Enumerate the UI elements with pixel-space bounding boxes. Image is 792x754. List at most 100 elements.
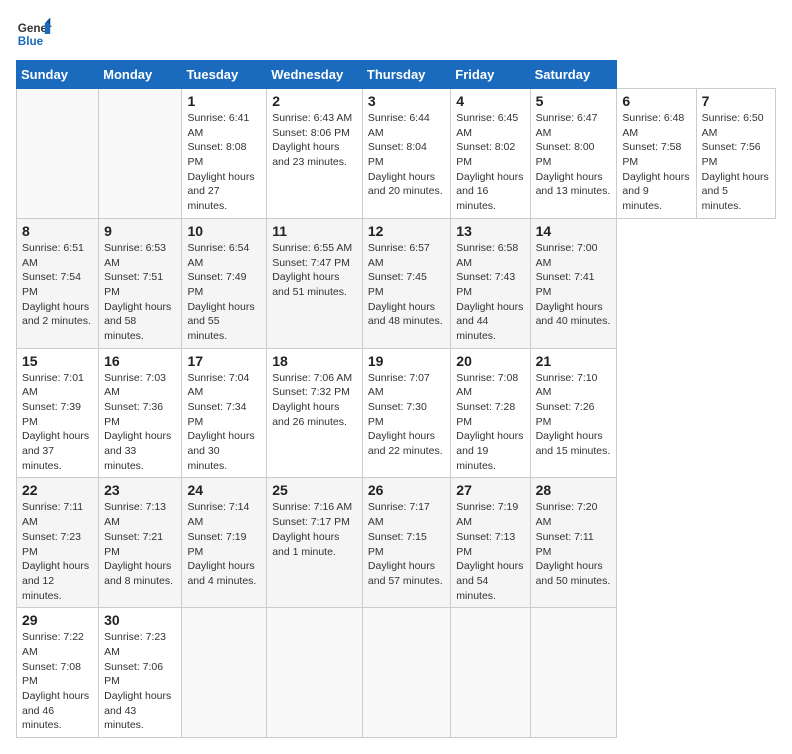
calendar-day-cell: 23 Sunrise: 7:13 AMSunset: 7:21 PMDaylig… xyxy=(99,478,182,608)
calendar-header: SundayMondayTuesdayWednesdayThursdayFrid… xyxy=(17,61,776,89)
calendar-day-cell: 16 Sunrise: 7:03 AMSunset: 7:36 PMDaylig… xyxy=(99,348,182,478)
calendar-week-row: 1 Sunrise: 6:41 AMSunset: 8:08 PMDayligh… xyxy=(17,89,776,219)
day-number: 18 xyxy=(272,353,357,369)
day-number: 29 xyxy=(22,612,93,628)
calendar-day-cell: 30 Sunrise: 7:23 AMSunset: 7:06 PMDaylig… xyxy=(99,608,182,738)
day-number: 2 xyxy=(272,93,357,109)
day-number: 16 xyxy=(104,353,176,369)
day-info: Sunrise: 6:57 AMSunset: 7:45 PMDaylight … xyxy=(368,241,445,329)
day-info: Sunrise: 6:54 AMSunset: 7:49 PMDaylight … xyxy=(187,241,261,344)
day-number: 28 xyxy=(536,482,612,498)
calendar-day-cell: 25 Sunrise: 7:16 AMSunset: 7:17 PMDaylig… xyxy=(267,478,363,608)
day-number: 24 xyxy=(187,482,261,498)
day-info: Sunrise: 6:48 AMSunset: 7:58 PMDaylight … xyxy=(622,111,690,214)
day-info: Sunrise: 7:20 AMSunset: 7:11 PMDaylight … xyxy=(536,500,612,588)
calendar-table: SundayMondayTuesdayWednesdayThursdayFrid… xyxy=(16,60,776,738)
calendar-body: 1 Sunrise: 6:41 AMSunset: 8:08 PMDayligh… xyxy=(17,89,776,738)
calendar-day-cell: 22 Sunrise: 7:11 AMSunset: 7:23 PMDaylig… xyxy=(17,478,99,608)
day-number: 10 xyxy=(187,223,261,239)
day-number: 6 xyxy=(622,93,690,109)
calendar-day-cell: 14 Sunrise: 7:00 AMSunset: 7:41 PMDaylig… xyxy=(530,218,617,348)
weekday-header: Friday xyxy=(451,61,530,89)
day-info: Sunrise: 7:01 AMSunset: 7:39 PMDaylight … xyxy=(22,371,93,474)
calendar-day-cell: 20 Sunrise: 7:08 AMSunset: 7:28 PMDaylig… xyxy=(451,348,530,478)
calendar-day-cell: 9 Sunrise: 6:53 AMSunset: 7:51 PMDayligh… xyxy=(99,218,182,348)
day-info: Sunrise: 7:22 AMSunset: 7:08 PMDaylight … xyxy=(22,630,93,733)
calendar-day-cell xyxy=(362,608,450,738)
day-number: 7 xyxy=(702,93,770,109)
day-number: 1 xyxy=(187,93,261,109)
calendar-day-cell xyxy=(451,608,530,738)
day-info: Sunrise: 6:58 AMSunset: 7:43 PMDaylight … xyxy=(456,241,524,344)
day-info: Sunrise: 7:19 AMSunset: 7:13 PMDaylight … xyxy=(456,500,524,603)
day-info: Sunrise: 7:07 AMSunset: 7:30 PMDaylight … xyxy=(368,371,445,459)
day-info: Sunrise: 6:51 AMSunset: 7:54 PMDaylight … xyxy=(22,241,93,329)
calendar-day-cell: 6 Sunrise: 6:48 AMSunset: 7:58 PMDayligh… xyxy=(617,89,696,219)
calendar-day-cell: 29 Sunrise: 7:22 AMSunset: 7:08 PMDaylig… xyxy=(17,608,99,738)
day-info: Sunrise: 7:16 AMSunset: 7:17 PMDaylight … xyxy=(272,500,357,559)
calendar-day-cell: 15 Sunrise: 7:01 AMSunset: 7:39 PMDaylig… xyxy=(17,348,99,478)
day-number: 20 xyxy=(456,353,524,369)
day-info: Sunrise: 7:13 AMSunset: 7:21 PMDaylight … xyxy=(104,500,176,588)
day-info: Sunrise: 6:43 AMSunset: 8:06 PMDaylight … xyxy=(272,111,357,170)
day-info: Sunrise: 6:47 AMSunset: 8:00 PMDaylight … xyxy=(536,111,612,199)
day-number: 17 xyxy=(187,353,261,369)
day-number: 8 xyxy=(22,223,93,239)
day-info: Sunrise: 7:23 AMSunset: 7:06 PMDaylight … xyxy=(104,630,176,733)
day-info: Sunrise: 7:08 AMSunset: 7:28 PMDaylight … xyxy=(456,371,524,474)
calendar-day-cell: 18 Sunrise: 7:06 AMSunset: 7:32 PMDaylig… xyxy=(267,348,363,478)
weekday-header: Thursday xyxy=(362,61,450,89)
day-number: 26 xyxy=(368,482,445,498)
calendar-day-cell: 21 Sunrise: 7:10 AMSunset: 7:26 PMDaylig… xyxy=(530,348,617,478)
day-number: 13 xyxy=(456,223,524,239)
calendar-week-row: 8 Sunrise: 6:51 AMSunset: 7:54 PMDayligh… xyxy=(17,218,776,348)
svg-text:Blue: Blue xyxy=(18,35,44,48)
day-info: Sunrise: 6:55 AMSunset: 7:47 PMDaylight … xyxy=(272,241,357,300)
day-info: Sunrise: 6:53 AMSunset: 7:51 PMDaylight … xyxy=(104,241,176,344)
calendar-day-cell: 24 Sunrise: 7:14 AMSunset: 7:19 PMDaylig… xyxy=(182,478,267,608)
calendar-day-cell: 28 Sunrise: 7:20 AMSunset: 7:11 PMDaylig… xyxy=(530,478,617,608)
day-number: 15 xyxy=(22,353,93,369)
calendar-day-cell: 10 Sunrise: 6:54 AMSunset: 7:49 PMDaylig… xyxy=(182,218,267,348)
weekday-header: Sunday xyxy=(17,61,99,89)
logo-icon: General Blue xyxy=(16,16,52,52)
calendar-day-cell: 12 Sunrise: 6:57 AMSunset: 7:45 PMDaylig… xyxy=(362,218,450,348)
calendar-day-cell xyxy=(182,608,267,738)
day-info: Sunrise: 6:41 AMSunset: 8:08 PMDaylight … xyxy=(187,111,261,214)
calendar-day-cell xyxy=(530,608,617,738)
calendar-day-cell: 1 Sunrise: 6:41 AMSunset: 8:08 PMDayligh… xyxy=(182,89,267,219)
weekday-header: Saturday xyxy=(530,61,617,89)
weekday-header: Tuesday xyxy=(182,61,267,89)
day-info: Sunrise: 7:00 AMSunset: 7:41 PMDaylight … xyxy=(536,241,612,329)
day-number: 30 xyxy=(104,612,176,628)
day-number: 5 xyxy=(536,93,612,109)
calendar-day-cell: 8 Sunrise: 6:51 AMSunset: 7:54 PMDayligh… xyxy=(17,218,99,348)
calendar-day-cell: 4 Sunrise: 6:45 AMSunset: 8:02 PMDayligh… xyxy=(451,89,530,219)
day-number: 22 xyxy=(22,482,93,498)
day-info: Sunrise: 7:03 AMSunset: 7:36 PMDaylight … xyxy=(104,371,176,474)
day-number: 14 xyxy=(536,223,612,239)
day-number: 4 xyxy=(456,93,524,109)
calendar-week-row: 29 Sunrise: 7:22 AMSunset: 7:08 PMDaylig… xyxy=(17,608,776,738)
calendar-day-cell: 17 Sunrise: 7:04 AMSunset: 7:34 PMDaylig… xyxy=(182,348,267,478)
day-number: 25 xyxy=(272,482,357,498)
page-header: General Blue xyxy=(16,16,776,52)
weekday-header: Monday xyxy=(99,61,182,89)
day-info: Sunrise: 7:04 AMSunset: 7:34 PMDaylight … xyxy=(187,371,261,474)
day-info: Sunrise: 7:10 AMSunset: 7:26 PMDaylight … xyxy=(536,371,612,459)
calendar-day-cell: 27 Sunrise: 7:19 AMSunset: 7:13 PMDaylig… xyxy=(451,478,530,608)
calendar-day-cell: 11 Sunrise: 6:55 AMSunset: 7:47 PMDaylig… xyxy=(267,218,363,348)
calendar-day-cell xyxy=(99,89,182,219)
day-number: 11 xyxy=(272,223,357,239)
day-info: Sunrise: 7:11 AMSunset: 7:23 PMDaylight … xyxy=(22,500,93,603)
logo: General Blue xyxy=(16,16,52,52)
day-number: 27 xyxy=(456,482,524,498)
calendar-day-cell: 26 Sunrise: 7:17 AMSunset: 7:15 PMDaylig… xyxy=(362,478,450,608)
day-number: 9 xyxy=(104,223,176,239)
day-number: 3 xyxy=(368,93,445,109)
calendar-day-cell: 5 Sunrise: 6:47 AMSunset: 8:00 PMDayligh… xyxy=(530,89,617,219)
day-number: 23 xyxy=(104,482,176,498)
calendar-day-cell: 13 Sunrise: 6:58 AMSunset: 7:43 PMDaylig… xyxy=(451,218,530,348)
weekday-header: Wednesday xyxy=(267,61,363,89)
day-info: Sunrise: 6:50 AMSunset: 7:56 PMDaylight … xyxy=(702,111,770,214)
